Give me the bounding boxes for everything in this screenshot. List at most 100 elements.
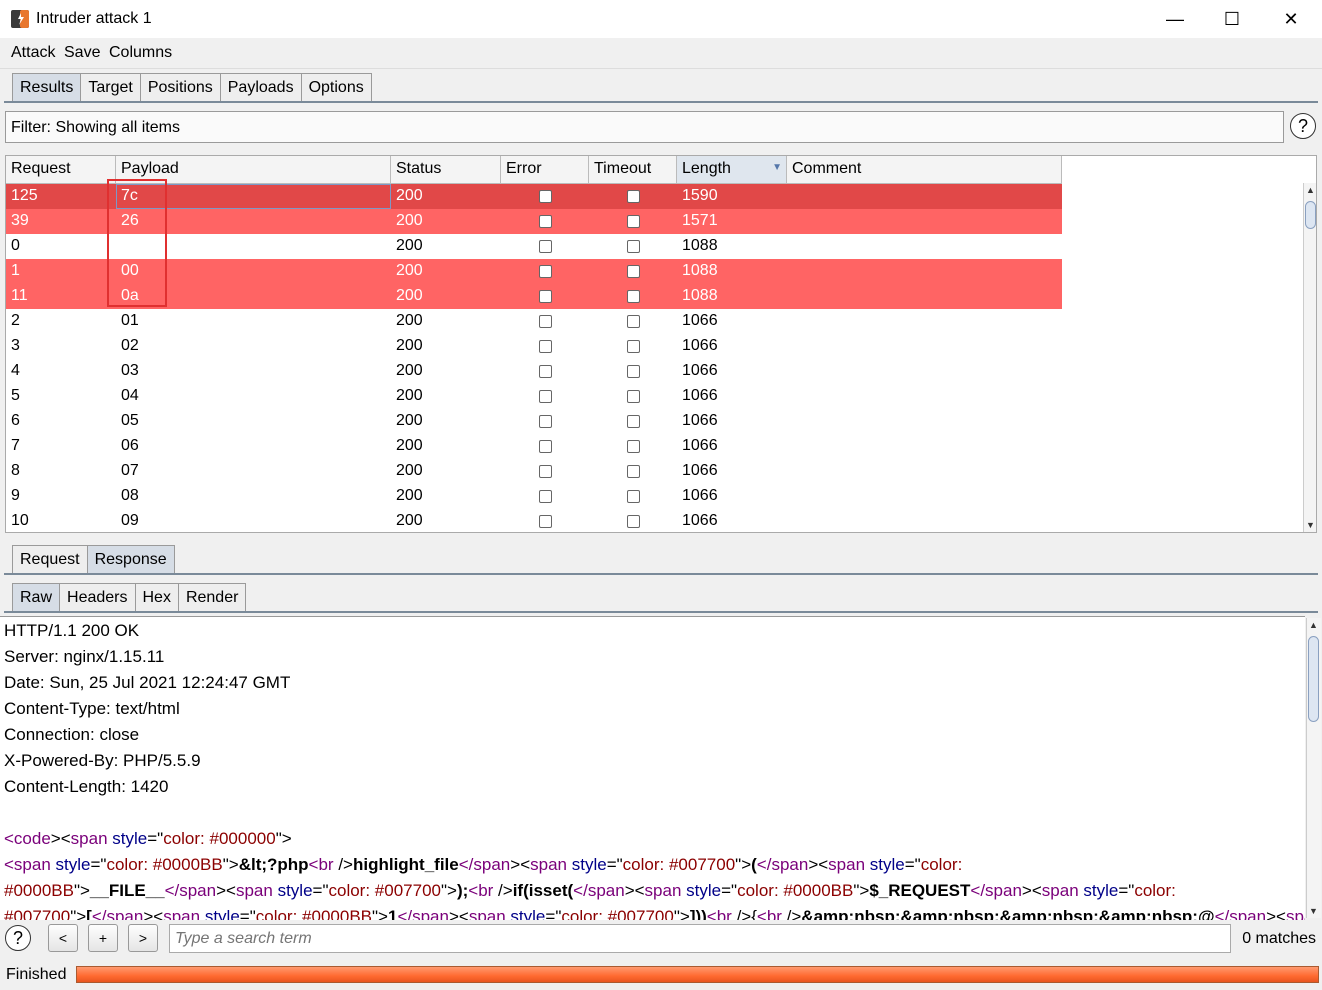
code-token: >< [1266, 907, 1286, 920]
maximize-button[interactable]: ☐ [1203, 0, 1261, 38]
column-header-length[interactable]: Length ▼ [677, 156, 787, 183]
error-checkbox[interactable] [538, 465, 552, 478]
timeout-checkbox[interactable] [626, 290, 640, 303]
error-checkbox[interactable] [538, 240, 552, 253]
cell-comment [787, 459, 1062, 484]
tab-positions[interactable]: Positions [139, 73, 221, 101]
scroll-down-icon[interactable]: ▼ [1306, 520, 1315, 530]
error-checkbox[interactable] [538, 315, 552, 328]
error-checkbox[interactable] [538, 515, 552, 528]
results-scrollbar[interactable]: ▲ ▼ [1303, 183, 1316, 532]
tab-payloads[interactable]: Payloads [219, 73, 302, 101]
results-table: Request Payload Status Error Timeout Len… [5, 155, 1317, 533]
error-checkbox[interactable] [538, 415, 552, 428]
error-checkbox[interactable] [538, 265, 552, 278]
tab-response[interactable]: Response [86, 545, 175, 573]
error-checkbox[interactable] [538, 340, 552, 353]
search-help-icon[interactable]: ? [5, 925, 31, 951]
tab-target[interactable]: Target [80, 73, 141, 101]
code-token: ])) [689, 907, 707, 920]
help-icon[interactable]: ? [1290, 113, 1316, 139]
table-row[interactable]: 2 01 200 1066 [6, 309, 1062, 334]
table-row[interactable]: 10 09 200 1066 [6, 509, 1062, 532]
table-row[interactable]: 1 00 200 1088 [6, 259, 1062, 284]
tab-results[interactable]: Results [12, 73, 82, 101]
code-token: span [1285, 907, 1305, 920]
code-token: color: #007700 [561, 907, 674, 920]
table-row[interactable]: 4 03 200 1066 [6, 359, 1062, 384]
search-input[interactable] [169, 924, 1231, 953]
timeout-checkbox[interactable] [626, 190, 640, 203]
response-scrollbar[interactable]: ▲ ▼ [1306, 618, 1321, 918]
column-header-error[interactable]: Error [501, 156, 589, 183]
column-header-comment[interactable]: Comment [787, 156, 1062, 183]
table-row[interactable]: 125 7c 200 1590 [6, 184, 1062, 209]
timeout-checkbox[interactable] [626, 315, 640, 328]
menu-columns[interactable]: Columns [109, 44, 172, 62]
timeout-checkbox[interactable] [626, 515, 640, 528]
add-search-button[interactable]: + [88, 924, 118, 952]
scroll-up-icon[interactable]: ▲ [1309, 620, 1318, 630]
tab-hex[interactable]: Hex [134, 583, 179, 611]
table-row[interactable]: 8 07 200 1066 [6, 459, 1062, 484]
cell-status: 200 [396, 187, 423, 204]
table-row[interactable]: 11 0a 200 1088 [6, 284, 1062, 309]
table-row[interactable]: 7 06 200 1066 [6, 434, 1062, 459]
timeout-checkbox[interactable] [626, 465, 640, 478]
code-token: span [828, 855, 866, 874]
tab-options[interactable]: Options [300, 73, 372, 101]
response-body-line: #0000BB">__FILE__</span><span style="col… [4, 881, 1176, 901]
results-scroll-thumb[interactable] [1305, 201, 1316, 229]
close-button[interactable]: ✕ [1262, 0, 1320, 38]
code-token: =" [239, 907, 256, 920]
timeout-checkbox[interactable] [626, 215, 640, 228]
code-token: color: #007700 [622, 855, 736, 874]
error-checkbox[interactable] [538, 490, 552, 503]
response-scroll-thumb[interactable] [1308, 636, 1319, 722]
column-header-payload[interactable]: Payload [116, 156, 391, 183]
next-match-button[interactable]: > [128, 924, 158, 952]
menu-save[interactable]: Save [64, 44, 100, 62]
burp-suite-icon [11, 10, 29, 28]
timeout-checkbox[interactable] [626, 390, 640, 403]
table-row[interactable]: 3 02 200 1066 [6, 334, 1062, 359]
table-row[interactable]: 39 26 200 1571 [6, 209, 1062, 234]
table-row[interactable]: 0 200 1088 [6, 234, 1062, 259]
timeout-checkbox[interactable] [626, 365, 640, 378]
timeout-checkbox[interactable] [626, 440, 640, 453]
error-checkbox[interactable] [538, 290, 552, 303]
table-row[interactable]: 9 08 200 1066 [6, 484, 1062, 509]
filter-bar[interactable]: Filter: Showing all items [5, 111, 1284, 143]
code-token: "> [440, 881, 457, 900]
table-row[interactable]: 5 04 200 1066 [6, 384, 1062, 409]
timeout-checkbox[interactable] [626, 265, 640, 278]
tab-headers[interactable]: Headers [59, 583, 136, 611]
tab-raw[interactable]: Raw [12, 583, 61, 611]
cell-error [501, 259, 589, 284]
tab-render[interactable]: Render [177, 583, 247, 611]
minimize-button[interactable]: — [1146, 0, 1204, 38]
cell-comment [787, 184, 1062, 209]
timeout-checkbox[interactable] [626, 415, 640, 428]
error-checkbox[interactable] [538, 390, 552, 403]
timeout-checkbox[interactable] [626, 340, 640, 353]
column-header-length-label: Length [682, 160, 731, 177]
scroll-up-icon[interactable]: ▲ [1306, 185, 1315, 195]
cell-status: 200 [396, 312, 423, 329]
column-header-request[interactable]: Request [6, 156, 116, 183]
tab-request[interactable]: Request [12, 545, 88, 573]
menu-attack[interactable]: Attack [11, 44, 55, 62]
error-checkbox[interactable] [538, 440, 552, 453]
previous-match-button[interactable]: < [48, 924, 78, 952]
error-checkbox[interactable] [538, 190, 552, 203]
response-viewer[interactable]: HTTP/1.1 200 OK Server: nginx/1.15.11 Da… [0, 616, 1305, 920]
cell-error [501, 509, 589, 532]
error-checkbox[interactable] [538, 365, 552, 378]
error-checkbox[interactable] [538, 215, 552, 228]
timeout-checkbox[interactable] [626, 490, 640, 503]
column-header-timeout[interactable]: Timeout [589, 156, 677, 183]
scroll-down-icon[interactable]: ▼ [1309, 906, 1318, 916]
table-row[interactable]: 6 05 200 1066 [6, 409, 1062, 434]
column-header-status[interactable]: Status [391, 156, 501, 183]
timeout-checkbox[interactable] [626, 240, 640, 253]
